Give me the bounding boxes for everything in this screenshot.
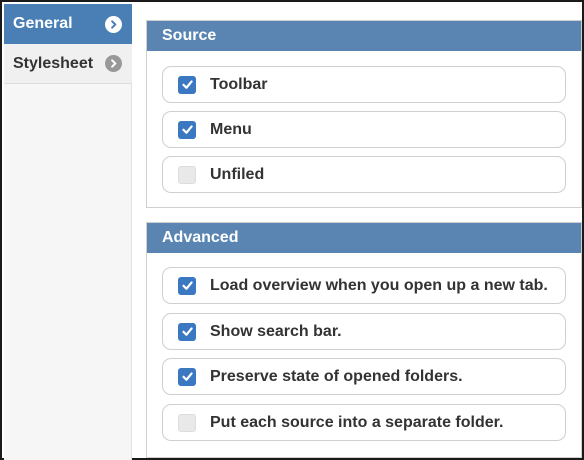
checkbox-separate-folder[interactable] bbox=[178, 413, 196, 432]
option-separate-folder[interactable]: Put each source into a separate folder. bbox=[162, 404, 566, 441]
section-header-advanced: Advanced bbox=[147, 223, 581, 253]
option-show-search-bar[interactable]: Show search bar. bbox=[162, 313, 566, 350]
checkbox-show-search-bar[interactable] bbox=[178, 322, 196, 341]
sidebar-item-label: Stylesheet bbox=[13, 54, 94, 72]
chevron-right-icon bbox=[105, 15, 122, 33]
checkbox-menu[interactable] bbox=[178, 120, 196, 139]
checkbox-preserve-state[interactable] bbox=[178, 367, 196, 386]
option-toolbar[interactable]: Toolbar bbox=[162, 66, 566, 103]
checkmark-icon bbox=[181, 125, 193, 134]
sidebar: General Stylesheet bbox=[4, 4, 132, 460]
sidebar-item-stylesheet[interactable]: Stylesheet bbox=[4, 44, 132, 84]
checkbox-load-overview[interactable] bbox=[178, 276, 196, 295]
checkmark-icon bbox=[181, 80, 193, 89]
option-load-overview[interactable]: Load overview when you open up a new tab… bbox=[162, 267, 566, 304]
options-window: General Stylesheet Source Toolbar Menu U… bbox=[0, 0, 584, 460]
checkmark-icon bbox=[181, 327, 193, 336]
option-label: Menu bbox=[210, 120, 252, 138]
option-label: Preserve state of opened folders. bbox=[210, 367, 463, 385]
option-label: Show search bar. bbox=[210, 322, 342, 340]
section-header-source: Source bbox=[147, 21, 581, 51]
checkmark-icon bbox=[181, 372, 193, 381]
source-section: Source Toolbar Menu Unfiled bbox=[146, 20, 582, 208]
option-unfiled[interactable]: Unfiled bbox=[162, 156, 566, 193]
checkbox-toolbar[interactable] bbox=[178, 75, 196, 94]
sidebar-item-general[interactable]: General bbox=[4, 4, 132, 44]
option-label: Unfiled bbox=[210, 165, 265, 183]
option-label: Load overview when you open up a new tab… bbox=[210, 276, 548, 294]
option-preserve-state[interactable]: Preserve state of opened folders. bbox=[162, 358, 566, 395]
option-label: Toolbar bbox=[210, 75, 268, 93]
checkmark-icon bbox=[181, 281, 193, 290]
sidebar-item-label: General bbox=[13, 15, 73, 32]
advanced-section: Advanced Load overview when you open up … bbox=[146, 222, 582, 458]
option-label: Put each source into a separate folder. bbox=[210, 413, 504, 431]
checkbox-unfiled[interactable] bbox=[178, 165, 196, 184]
chevron-right-icon bbox=[105, 55, 122, 72]
option-menu[interactable]: Menu bbox=[162, 111, 566, 148]
